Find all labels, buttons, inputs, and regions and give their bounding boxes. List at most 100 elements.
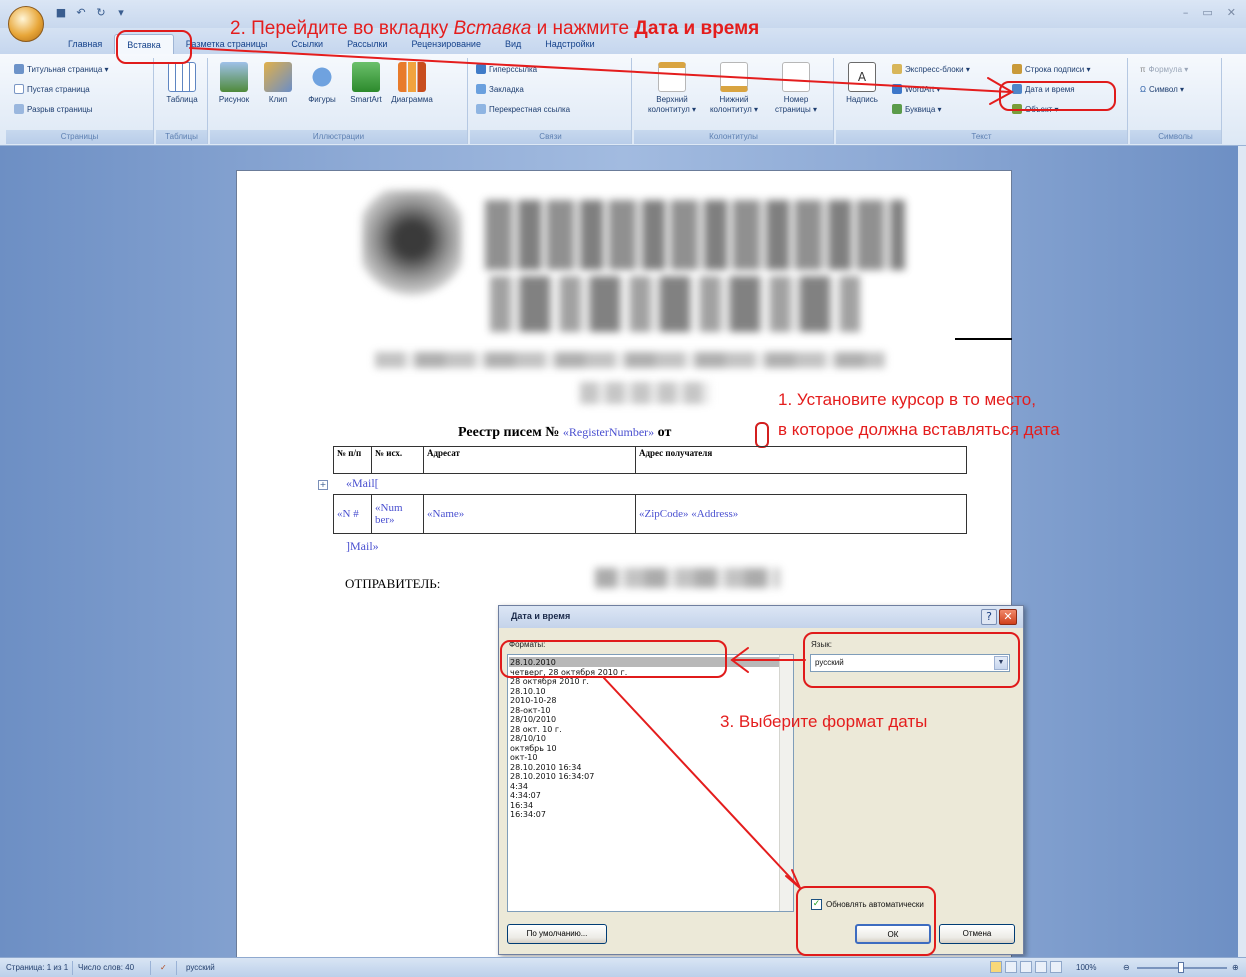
quick-parts-button[interactable]: Экспресс-блоки ▾ — [892, 62, 970, 76]
cover-page-icon — [14, 64, 24, 74]
format-option[interactable]: 28-окт-10 — [510, 706, 551, 715]
spellcheck-icon[interactable]: ✓ — [160, 963, 167, 972]
smartart-button[interactable]: SmartArt — [344, 62, 388, 105]
format-option[interactable]: 2010-10-28 — [510, 696, 557, 705]
format-option[interactable]: 28 окт. 10 г. — [510, 725, 562, 734]
signature-line-icon — [1012, 64, 1022, 74]
format-option[interactable]: окт-10 — [510, 753, 537, 762]
cell-address[interactable]: «ZipCode» «Address» — [635, 494, 967, 534]
register-number-field[interactable]: «RegisterNumber» — [563, 425, 654, 439]
format-option[interactable]: 28.10.10 — [510, 687, 546, 696]
format-option[interactable]: 16:34 — [510, 801, 533, 810]
format-option[interactable]: 28.10.2010 16:34:07 — [510, 772, 594, 781]
status-language[interactable]: русский — [186, 963, 215, 972]
symbol-button[interactable]: Ω Символ ▾ — [1140, 82, 1184, 96]
web-layout-view-icon[interactable] — [1020, 961, 1032, 973]
format-option[interactable]: 28/10/2010 — [510, 715, 556, 724]
format-option[interactable]: 28/10/10 — [510, 734, 546, 743]
office-button[interactable] — [8, 6, 44, 42]
group-label-symbols: Символы — [1130, 130, 1221, 144]
text-box-icon: A — [848, 62, 876, 92]
close-icon[interactable]: ✕ — [999, 609, 1017, 625]
default-button[interactable]: По умолчанию... — [507, 924, 607, 944]
status-page[interactable]: Страница: 1 из 1 — [6, 963, 68, 972]
formats-listbox[interactable]: 28.10.2010 четверг, 28 октября 2010 г. 28 … — [507, 654, 794, 912]
tab-home[interactable]: Главная — [56, 34, 114, 54]
picture-button[interactable]: Рисунок — [212, 62, 256, 105]
cell-number[interactable]: «Num ber» — [371, 494, 424, 534]
drop-cap-button[interactable]: Буквица ▾ — [892, 102, 942, 116]
undo-icon[interactable]: ↶ — [74, 6, 88, 20]
clip-button[interactable]: Клип — [256, 62, 300, 105]
header-icon — [658, 62, 686, 92]
quick-parts-icon — [892, 64, 902, 74]
shapes-button[interactable]: Фигуры — [300, 62, 344, 105]
header-cell-addressee: Адресат — [423, 446, 636, 474]
group-links: Гиперссылка Закладка Перекрестная ссылка… — [470, 58, 632, 144]
annotation-step-2: 2. Перейдите во вкладку Вставка и нажмит… — [230, 18, 760, 39]
zoom-slider-handle[interactable] — [1178, 962, 1184, 973]
header-cell-outgoing: № исх. — [371, 446, 424, 474]
annotation-step-1-line-1: 1. Установите курсор в то место, — [778, 390, 1036, 409]
vertical-scrollbar[interactable] — [1238, 146, 1246, 957]
cancel-button[interactable]: Отмена — [939, 924, 1015, 944]
header-cell-num: № п/п — [333, 446, 372, 474]
org-address-line2-blurred — [580, 382, 710, 404]
wordart-button[interactable]: WordArt ▾ — [892, 82, 940, 96]
annotation-step-1-line-2: в которое должна вставляться дата — [778, 420, 1060, 439]
redo-icon[interactable]: ↻ — [94, 6, 108, 20]
cover-page-button[interactable]: Титульная страница ▾ — [14, 62, 109, 76]
sender-label: ОТПРАВИТЕЛЬ: — [345, 576, 441, 591]
format-option[interactable]: 4:34:07 — [510, 791, 541, 800]
group-header-footer: Верхний колонтитул ▾ Нижний колонтитул ▾ Н… — [634, 58, 834, 144]
equation-button[interactable]: π Формула ▾ — [1140, 62, 1188, 76]
format-option[interactable]: 4:34 — [510, 782, 528, 791]
annotation-step-3: 3. Выберите формат даты — [720, 712, 928, 731]
chart-button[interactable]: Диаграмма — [390, 62, 434, 105]
close-window-button[interactable]: ✕ — [1227, 6, 1236, 19]
format-option[interactable]: октябрь 10 — [510, 744, 557, 753]
format-option[interactable]: 16:34:07 — [510, 810, 546, 819]
hyperlink-button[interactable]: Гиперссылка — [476, 62, 537, 76]
chart-icon — [398, 62, 426, 92]
full-screen-view-icon[interactable] — [1005, 961, 1017, 973]
table-button[interactable]: Таблица — [160, 62, 204, 105]
header-button[interactable]: Верхний колонтитул ▾ — [642, 62, 702, 115]
status-word-count[interactable]: Число слов: 40 — [78, 963, 134, 972]
cross-reference-button[interactable]: Перекрестная ссылка — [476, 102, 570, 116]
minimize-button[interactable]: – — [1183, 6, 1189, 19]
footer-button[interactable]: Нижний колонтитул ▾ — [704, 62, 764, 115]
bookmark-button[interactable]: Закладка — [476, 82, 524, 96]
zoom-in-icon[interactable]: ⊕ — [1232, 963, 1239, 972]
cell-n[interactable]: «N # — [333, 494, 372, 534]
signature-line-button[interactable]: Строка подписи ▾ — [1012, 62, 1090, 76]
maximize-button[interactable]: ▭ — [1202, 6, 1212, 19]
org-name-line2-blurred — [490, 276, 860, 332]
formats-scrollbar[interactable] — [779, 655, 793, 911]
format-option[interactable]: 28.10.2010 16:34 — [510, 763, 581, 772]
register-data-table: «N # «Num ber» «Name» «ZipCode» «Address… — [333, 494, 967, 534]
header-cell-address: Адрес получателя — [635, 446, 967, 474]
omega-icon: Ω — [1140, 84, 1146, 94]
help-icon[interactable]: ? — [981, 609, 997, 625]
blank-page-button[interactable]: Пустая страница — [14, 82, 90, 96]
print-layout-view-icon[interactable] — [990, 961, 1002, 973]
outline-view-icon[interactable] — [1035, 961, 1047, 973]
group-label-text: Текст — [836, 130, 1127, 144]
draft-view-icon[interactable] — [1050, 961, 1062, 973]
group-symbols: π Формула ▾ Ω Символ ▾ Символы — [1130, 58, 1222, 144]
zoom-level[interactable]: 100% — [1076, 963, 1096, 972]
dropdown-icon[interactable]: ▾ — [114, 6, 128, 20]
format-option[interactable]: 28 октября 2010 г. — [510, 677, 589, 686]
page-number-button[interactable]: Номер страницы ▾ — [766, 62, 826, 115]
cell-name[interactable]: «Name» — [423, 494, 636, 534]
group-label-links: Связи — [470, 130, 631, 144]
dialog-title-bar[interactable]: Дата и время ? ✕ — [499, 606, 1023, 628]
table-move-handle-icon[interactable]: + — [318, 480, 328, 490]
page-break-button[interactable]: Разрыв страницы — [14, 102, 93, 116]
text-box-button[interactable]: A Надпись — [840, 62, 884, 105]
zoom-out-icon[interactable]: ⊖ — [1123, 963, 1130, 972]
register-title: Реестр писем № «RegisterNumber» от — [458, 425, 672, 440]
save-icon[interactable]: ■ — [54, 6, 68, 20]
org-name-blurred — [485, 200, 905, 270]
